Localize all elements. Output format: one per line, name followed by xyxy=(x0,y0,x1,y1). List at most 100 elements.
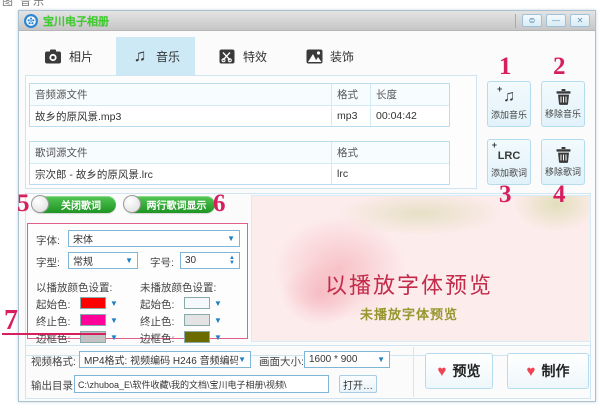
annotation-2: 2 xyxy=(553,53,566,81)
unplayed-font-preview-text: 未播放字体预览 xyxy=(240,304,578,323)
lyrics-format-header: 格式 xyxy=(332,142,449,164)
unplayed-start-label: 起始色: xyxy=(140,297,174,312)
font-style-dropdown[interactable]: 常规 ▼ xyxy=(68,252,138,269)
font-size-stepper[interactable]: 30 ▲▼ xyxy=(180,252,240,269)
minimize-button[interactable]: — xyxy=(546,14,566,27)
played-start-swatch[interactable] xyxy=(80,297,106,309)
add-music-icon: ♫+ xyxy=(503,88,515,106)
output-dir-value: C:\zhuboa_E\软件收藏\我的文档\宝川电子相册\视频\ xyxy=(78,378,287,391)
annotation-5: 5 xyxy=(17,190,30,218)
screen-size-dropdown[interactable]: 1600 * 900 ▼ xyxy=(304,351,390,368)
font-family-value: 宋体 xyxy=(73,231,93,246)
played-end-label: 终止色: xyxy=(36,314,70,329)
chevron-down-icon[interactable]: ▼ xyxy=(214,333,222,342)
divider xyxy=(413,347,414,397)
screen-size-label: 画面大小: xyxy=(259,354,304,369)
video-format-label: 视频格式: xyxy=(31,354,76,369)
lyrics-table-row[interactable]: 宗次郎 - 故乡的原风景.lrc lrc xyxy=(30,164,449,184)
lyrics-file-header: 歌词源文件 xyxy=(30,142,332,164)
tab-label: 相片 xyxy=(69,48,93,65)
window-controls: ⊜ — ✕ xyxy=(515,14,595,28)
two-line-lyrics-toggle[interactable]: 两行歌词显示 xyxy=(124,196,215,213)
toggle-knob xyxy=(123,195,141,213)
annotation-1: 1 xyxy=(499,53,512,81)
unplayed-border-label: 边框色: xyxy=(140,331,174,346)
add-music-button[interactable]: ♫+ 添加音乐 xyxy=(487,81,531,127)
window-title: 宝川电子相册 xyxy=(43,13,109,29)
chevron-down-icon[interactable]: ▼ xyxy=(110,299,118,308)
annotation-6: 6 xyxy=(213,190,226,218)
close-lyrics-toggle[interactable]: 关闭歌词 xyxy=(32,196,116,213)
annotation-4: 4 xyxy=(553,181,566,209)
tab-effects[interactable]: 特效 xyxy=(203,37,282,75)
add-lrc-icon: LRC+ xyxy=(498,146,521,164)
unplayed-border-swatch[interactable] xyxy=(184,331,210,343)
close-button[interactable]: ✕ xyxy=(570,14,590,27)
preview-button-label: 预览 xyxy=(452,361,480,381)
lyrics-file-cell: 宗次郎 - 故乡的原风景.lrc xyxy=(30,164,332,184)
audio-format-cell: mp3 xyxy=(332,106,371,126)
lyrics-format-cell: lrc xyxy=(332,164,449,184)
preview-button[interactable]: ♥ 预览 xyxy=(425,353,493,389)
chevron-down-icon[interactable]: ▼ xyxy=(214,316,222,325)
screenshot-canvas: 图 音乐 宝川电子相册 ⊜ — ✕ xyxy=(0,0,600,409)
open-dir-button[interactable]: 打开… xyxy=(339,375,377,393)
open-dir-label: 打开… xyxy=(343,377,373,392)
chevron-down-icon: ▼ xyxy=(227,234,235,243)
played-font-preview-text: 以播放字体预览 xyxy=(240,268,578,300)
skin-menu-button[interactable]: ⊜ xyxy=(522,14,542,27)
music-note-icon: ♫ xyxy=(131,48,149,64)
chevron-down-icon: ▼ xyxy=(125,256,133,265)
tab-label: 特效 xyxy=(243,48,267,65)
video-format-dropdown[interactable]: MP4格式: 视频编码 H246 音频编码 ACC ▼ xyxy=(79,351,251,368)
video-format-value: MP4格式: 视频编码 H246 音频编码 ACC xyxy=(84,352,238,367)
audio-table-header-row: 音频源文件 格式 长度 xyxy=(30,84,449,106)
played-end-swatch[interactable] xyxy=(80,314,106,326)
audio-table-row[interactable]: 故乡的原风景.mp3 mp3 00:04:42 xyxy=(30,106,449,126)
toggle-label: 关闭歌词 xyxy=(61,197,101,212)
audio-length-cell: 00:04:42 xyxy=(371,106,449,126)
lyrics-source-table: 歌词源文件 格式 宗次郎 - 故乡的原风景.lrc lrc xyxy=(29,141,450,185)
chevron-down-icon: ▼ xyxy=(377,355,385,364)
annotation-3: 3 xyxy=(499,181,512,209)
tab-label: 音乐 xyxy=(156,48,180,65)
chevron-down-icon[interactable]: ▼ xyxy=(110,316,118,325)
chevron-down-icon[interactable]: ▼ xyxy=(214,299,222,308)
toggle-knob xyxy=(31,195,49,213)
screen-size-value: 1600 * 900 xyxy=(309,354,357,365)
remove-lyrics-button[interactable]: 移除歌词 xyxy=(541,139,585,185)
tab-music[interactable]: ♫ 音乐 xyxy=(116,37,195,75)
heart-icon: ♥ xyxy=(438,363,447,380)
tab-bar: 相片 ♫ 音乐 特效 装饰 xyxy=(29,37,369,75)
stepper-arrows-icon[interactable]: ▲▼ xyxy=(229,256,235,266)
audio-length-header: 长度 xyxy=(371,84,449,106)
remove-music-button[interactable]: 移除音乐 xyxy=(541,81,585,127)
trash-icon xyxy=(556,89,571,105)
tab-label: 装饰 xyxy=(330,48,354,65)
font-size-label: 字号: xyxy=(150,255,174,270)
unplayed-start-swatch[interactable] xyxy=(184,297,210,309)
font-family-dropdown[interactable]: 宋体 ▼ xyxy=(68,230,240,247)
chevron-down-icon[interactable]: ▼ xyxy=(110,333,118,342)
font-label: 字体: xyxy=(36,233,60,248)
unplayed-color-header: 未播放颜色设置: xyxy=(140,280,216,295)
audio-file-cell: 故乡的原风景.mp3 xyxy=(30,106,332,126)
make-button[interactable]: ♥ 制作 xyxy=(507,353,589,389)
font-settings-panel: 字体: 宋体 ▼ 字型: 常规 ▼ 字号: 30 ▲▼ 以播放颜色设置: 未播放… xyxy=(27,223,248,339)
lyrics-preview-area: 以播放字体预览 未播放字体预览 xyxy=(251,195,591,342)
decoration-icon xyxy=(305,48,323,64)
tab-photos[interactable]: 相片 xyxy=(29,37,108,75)
make-button-label: 制作 xyxy=(541,361,569,381)
audio-format-header: 格式 xyxy=(332,84,371,106)
font-size-value: 30 xyxy=(185,255,196,266)
trash-icon xyxy=(556,147,571,163)
titlebar: 宝川电子相册 ⊜ — ✕ xyxy=(19,11,595,31)
add-lyrics-button[interactable]: LRC+ 添加歌词 xyxy=(487,139,531,185)
played-start-label: 起始色: xyxy=(36,297,70,312)
toggle-label: 两行歌词显示 xyxy=(147,197,207,212)
output-dir-field[interactable]: C:\zhuboa_E\软件收藏\我的文档\宝川电子相册\视频\ xyxy=(74,375,329,393)
unplayed-end-swatch[interactable] xyxy=(184,314,210,326)
output-dir-label: 输出目录: xyxy=(31,378,76,393)
tab-decoration[interactable]: 装饰 xyxy=(290,37,369,75)
lyrics-table-header-row: 歌词源文件 格式 xyxy=(30,142,449,164)
